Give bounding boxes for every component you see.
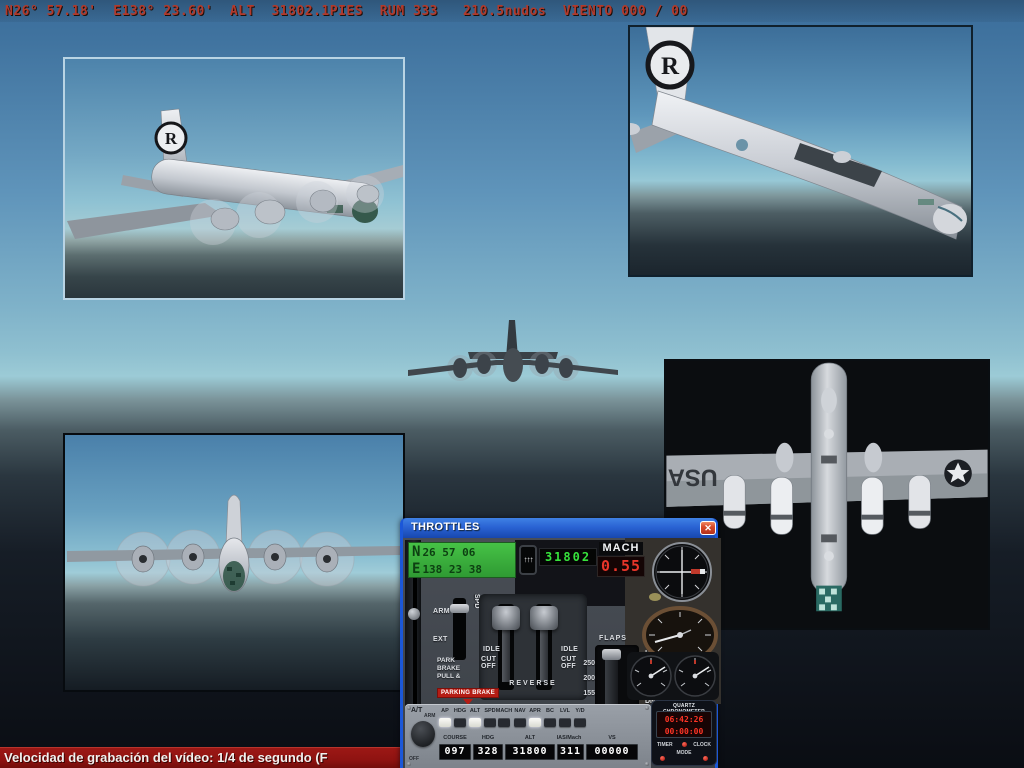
throttle1-lever[interactable] (492, 606, 520, 630)
window-title: THROTTLES (411, 521, 480, 533)
idle-left-label: IDLE (483, 646, 500, 653)
park-brake-line: PULL & (437, 673, 477, 681)
gps-lon-prefix: E (412, 561, 420, 577)
autothrottle-off-label: OFF (409, 756, 419, 762)
flaps-lever[interactable] (602, 649, 621, 660)
autothrottle-knob[interactable] (411, 721, 435, 747)
alt-label: ALT (505, 735, 555, 741)
mach-readout: 0.55 (597, 556, 645, 577)
close-icon[interactable]: ✕ (700, 521, 716, 535)
tail-letter: R (661, 53, 680, 80)
tail-letter: R (165, 129, 178, 148)
vs-display: 00000 (586, 744, 638, 760)
park-brake-line: PARK (437, 657, 477, 665)
view-window-top-right[interactable]: R (628, 25, 973, 277)
aircraft-rear-silhouette (408, 318, 618, 403)
bc-button[interactable] (544, 718, 556, 727)
park-brake-line: BRAKE (437, 665, 477, 673)
view-window-bottom-left[interactable] (63, 433, 405, 692)
lvl-button[interactable] (559, 718, 571, 727)
rpm-gauges (627, 652, 719, 700)
gps-lat-value: 26 57 06 (422, 546, 475, 559)
flaps-label: FLAPS (599, 635, 627, 642)
throttle1-stem (502, 630, 510, 682)
autothrottle-arm-label: ARM (424, 713, 435, 719)
spd-button[interactable] (484, 718, 496, 727)
view-window-top-left[interactable]: R (63, 57, 405, 300)
spoiler-arm-label: ARM (433, 608, 450, 615)
nav-button[interactable] (514, 718, 526, 727)
idle-right-label: IDLE (561, 646, 578, 653)
status-bar: Velocidad de grabación del vídeo: 1/4 de… (0, 747, 403, 768)
yd-button[interactable] (574, 718, 586, 727)
hdg-display: 328 (473, 744, 503, 760)
autothrottle-label: A/T (411, 707, 422, 714)
altitude-readout: 31802 (539, 548, 597, 566)
flap-speed: 155 (577, 686, 595, 701)
mach-button[interactable] (498, 718, 510, 727)
compass-gauge (647, 541, 717, 605)
spoiler-ext-label: EXT (433, 636, 448, 643)
throttle-arrows-icon: ↑↑↑ (519, 545, 537, 575)
timer-clock-button[interactable] (682, 742, 687, 747)
alt-display: 31800 (505, 744, 555, 760)
chronometer-display: 06:42:26 00:00:00 (656, 711, 712, 738)
aircraft-front-view (65, 435, 403, 690)
apr-button[interactable] (529, 718, 541, 727)
aircraft-three-quarter-view: R (65, 59, 403, 298)
recording-speed-message: Velocidad de grabación del vídeo: 1/4 de… (4, 750, 328, 765)
wing-usaf-marking: USAF (666, 463, 718, 489)
cutoff-left-label: CUT OFF (481, 656, 503, 670)
course-label: COURSE (437, 735, 473, 741)
hdg-label: HDG (473, 735, 503, 741)
chronometer-time: 06:42:26 (657, 714, 711, 726)
hud-bar: N26° 57.18' E138° 23.60' ALT 31802.1PIES… (0, 0, 1024, 22)
gps-lat-prefix: N (412, 544, 420, 560)
aircraft-closeup-view: R (630, 27, 971, 275)
course-display: 097 (439, 744, 471, 760)
flap-speed: 200 (577, 671, 595, 686)
ias-mach-label: IAS/Mach (553, 735, 585, 741)
flight-sim-screen: N26° 57.18' E138° 23.60' ALT 31802.1PIES… (0, 0, 1024, 768)
timer-label: TIMER (657, 742, 673, 748)
side-lever-handle[interactable] (408, 608, 420, 620)
gps-position-lcd: N26 57 06 E138 23 38 (408, 542, 516, 578)
reverse-label: REVERSE (497, 680, 569, 687)
hdg-button[interactable] (454, 718, 466, 727)
mode-right-button[interactable] (703, 756, 708, 761)
mode-left-button[interactable] (660, 756, 665, 761)
vs-label: VS (586, 735, 638, 741)
gps-lon-value: 138 23 38 (422, 563, 482, 576)
parking-brake-handle[interactable]: PARKING BRAKE (437, 688, 499, 698)
flap-speed: 250 (577, 656, 595, 671)
autopilot-strip: A/T ARM OFF AP HDG ALT SPD MACH NAV APR … (405, 704, 651, 768)
chronometer: QUARTZ CHRONOMETER 06:42:26 00:00:00 TIM… (651, 700, 717, 766)
throttle2-lever[interactable] (530, 606, 558, 630)
park-brake-placard: PARK BRAKE PULL & (437, 657, 477, 681)
throttle2-stem (540, 630, 548, 682)
main-view-aircraft (408, 318, 618, 403)
hud-flight-info: N26° 57.18' E138° 23.60' ALT 31802.1PIES… (5, 4, 688, 19)
chronometer-elapsed: 00:00:00 (657, 726, 711, 738)
ap-button-label: Y/D (570, 708, 590, 714)
flap-speed-placard: 250 200 155 (577, 656, 595, 701)
ias-mach-display: 311 (557, 744, 584, 760)
mach-label: MACH (599, 542, 643, 555)
spoiler-lever[interactable] (450, 604, 469, 613)
throttles-window[interactable]: THROTTLES ✕ N26 57 06 E138 23 38 ↑↑↑ 318… (400, 518, 718, 768)
throttles-titlebar[interactable]: THROTTLES ✕ (403, 518, 715, 538)
throttle-quadrant: IDLE CUT OFF IDLE CUT OFF REVERSE (479, 594, 587, 700)
alt-button[interactable] (469, 718, 481, 727)
clock-label: CLOCK (693, 742, 711, 748)
ap-button[interactable] (439, 718, 451, 727)
